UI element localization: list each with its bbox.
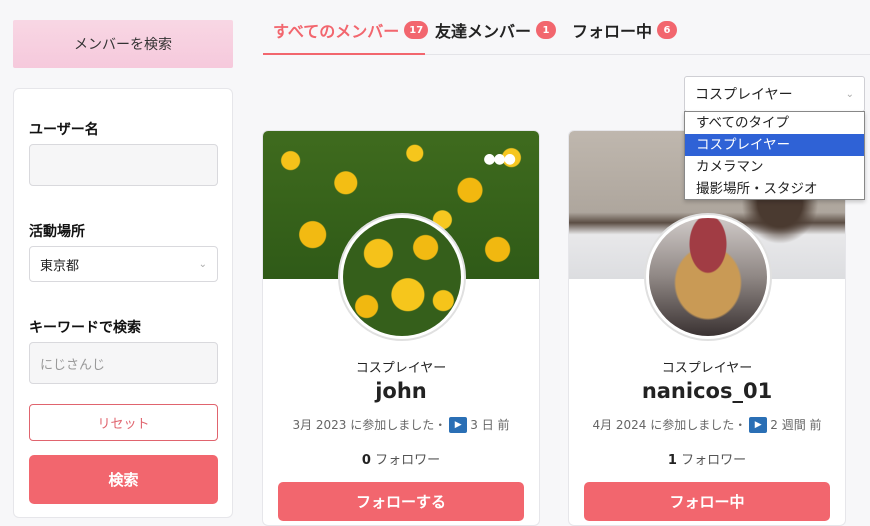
count-badge: 17	[404, 21, 429, 39]
keyword-input[interactable]: にじさんじ	[29, 342, 218, 384]
joined-date: 4月 2024 に参加しました・	[592, 418, 747, 432]
location-value: 東京都	[40, 258, 80, 274]
avatar[interactable]	[649, 218, 767, 336]
member-type: コスプレイヤー	[661, 361, 753, 376]
joined-date: 3月 2023 に参加しました・	[292, 418, 447, 432]
play-icon: ▶	[449, 416, 468, 433]
last-active: 3 日 前	[470, 418, 510, 432]
last-active: 2 週間 前	[770, 418, 822, 432]
follower-count: 1 フォロワー	[569, 449, 845, 468]
play-icon: ▶	[749, 416, 768, 433]
chevron-down-icon: ⌄	[198, 258, 207, 270]
location-select[interactable]: 東京都 ⌄	[29, 246, 218, 282]
member-name[interactable]: nanicos_01	[569, 379, 845, 403]
member-name[interactable]: john	[263, 379, 539, 403]
follower-label: フォロワー	[681, 453, 747, 468]
avatar-frame	[338, 213, 466, 341]
follower-number: 0	[361, 453, 371, 468]
count-badge: 6	[657, 21, 678, 39]
tab-label: 友達メンバー	[435, 22, 532, 41]
avatar[interactable]	[343, 218, 461, 336]
count-badge: 1	[536, 21, 557, 39]
member-meta: 3月 2023 に参加しました・ ▶ 3 日 前	[263, 416, 539, 433]
type-option-cameraman[interactable]: カメラマン	[685, 156, 864, 178]
search-filter-panel: ユーザー名 活動場所 東京都 ⌄ キーワードで検索 にじさんじ リセット 検索	[13, 88, 233, 518]
member-type-select[interactable]: コスプレイヤー ⌄	[684, 76, 865, 112]
member-meta: 4月 2024 に参加しました・ ▶ 2 週間 前	[569, 416, 845, 433]
tab-label: すべてのメンバー	[273, 22, 400, 41]
member-card: ●●● コスプレイヤー john 3月 2023 に参加しました・ ▶ 3 日 …	[262, 130, 540, 526]
tab-friend-members[interactable]: 友達メンバー 1	[435, 18, 557, 42]
follower-number: 1	[667, 453, 677, 468]
member-tabs: すべてのメンバー 17 友達メンバー 1 フォロー中 6	[263, 0, 870, 55]
username-label: ユーザー名	[29, 122, 99, 138]
avatar-frame	[644, 213, 772, 341]
follower-count: 0 フォロワー	[263, 449, 539, 468]
tab-following[interactable]: フォロー中 6	[572, 18, 678, 42]
active-tab-indicator	[263, 53, 425, 55]
keyword-label: キーワードで検索	[29, 320, 141, 336]
member-type: コスプレイヤー	[355, 361, 447, 376]
more-options-icon[interactable]: ●●●	[483, 151, 516, 167]
search-button[interactable]: 検索	[29, 455, 218, 504]
follow-button[interactable]: フォローする	[278, 482, 524, 521]
location-label: 活動場所	[29, 224, 85, 240]
member-search-header: メンバーを検索	[13, 20, 233, 68]
follower-label: フォロワー	[375, 453, 441, 468]
type-option-studio[interactable]: 撮影場所・スタジオ	[685, 178, 864, 200]
following-button[interactable]: フォロー中	[584, 482, 830, 521]
tab-label: フォロー中	[572, 22, 653, 41]
type-option-cosplayer[interactable]: コスプレイヤー	[685, 134, 864, 156]
member-type-value: コスプレイヤー	[695, 87, 793, 103]
tab-all-members[interactable]: すべてのメンバー 17	[273, 18, 429, 42]
member-type-dropdown: すべてのタイプ コスプレイヤー カメラマン 撮影場所・スタジオ	[684, 111, 865, 200]
reset-button[interactable]: リセット	[29, 404, 218, 441]
chevron-down-icon: ⌄	[845, 88, 854, 100]
username-input[interactable]	[29, 144, 218, 186]
type-option-all[interactable]: すべてのタイプ	[685, 112, 864, 134]
